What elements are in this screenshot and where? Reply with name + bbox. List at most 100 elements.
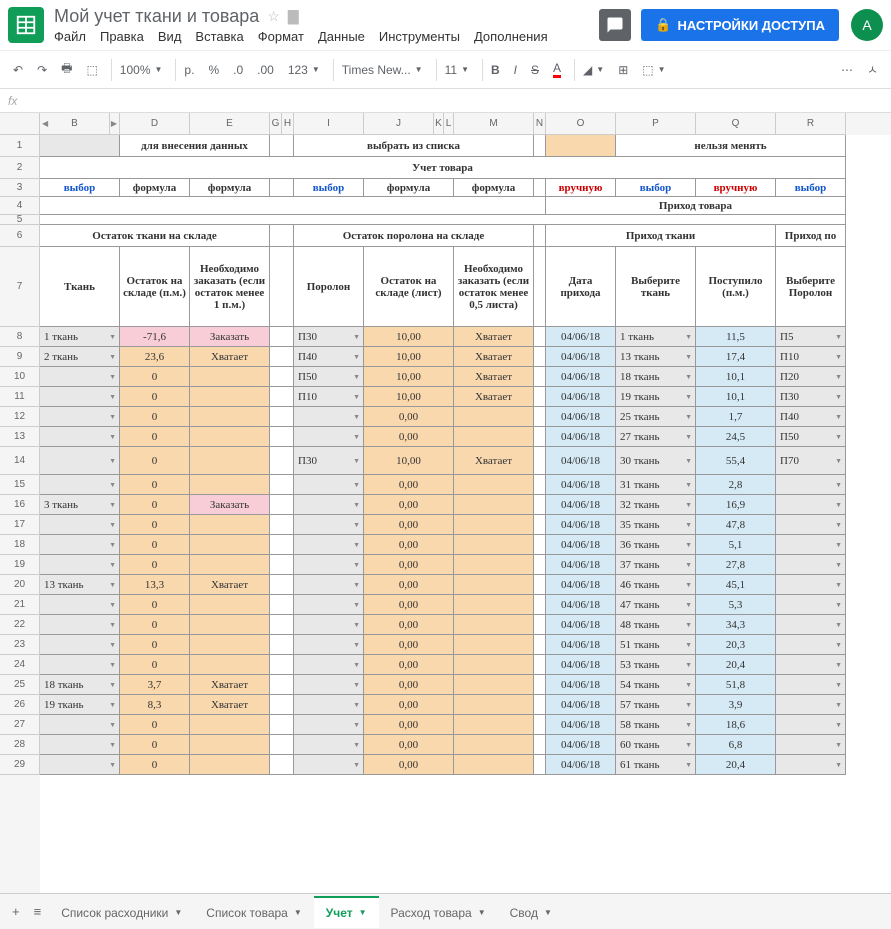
cell-p-3[interactable]: 19 ткань: [616, 387, 696, 407]
col-header-K[interactable]: K: [434, 113, 444, 135]
cell-d-16[interactable]: 0: [120, 655, 190, 675]
row-header-19[interactable]: 19: [0, 555, 40, 575]
cell-gap1-16[interactable]: [270, 655, 294, 675]
cell-gap1-1[interactable]: [270, 347, 294, 367]
row-header-21[interactable]: 21: [0, 595, 40, 615]
cell-j-12[interactable]: 0,00: [364, 575, 454, 595]
cell-e-8[interactable]: Заказать: [190, 495, 270, 515]
col-header-E[interactable]: E: [190, 113, 270, 135]
cell-i-9[interactable]: [294, 515, 364, 535]
cell-r-4[interactable]: П40: [776, 407, 846, 427]
cell-d-20[interactable]: 0: [120, 735, 190, 755]
cell-p-5[interactable]: 27 ткань: [616, 427, 696, 447]
cell-legend-grey[interactable]: [40, 135, 120, 157]
menu-1[interactable]: Правка: [100, 29, 144, 44]
row-header-3[interactable]: 3: [0, 179, 40, 197]
cell-o-7[interactable]: 04/06/18: [546, 475, 616, 495]
cell-i-11[interactable]: [294, 555, 364, 575]
share-button[interactable]: 🔒НАСТРОЙКИ ДОСТУПА: [641, 9, 839, 41]
cell-e-5[interactable]: [190, 427, 270, 447]
cell-j-13[interactable]: 0,00: [364, 595, 454, 615]
cell-r-3[interactable]: П30: [776, 387, 846, 407]
cell-o-18[interactable]: 04/06/18: [546, 695, 616, 715]
cell-gap2-0[interactable]: [534, 327, 546, 347]
cell-gap2[interactable]: [534, 135, 546, 157]
cell-gap1-12[interactable]: [270, 575, 294, 595]
row-header-12[interactable]: 12: [0, 407, 40, 427]
cell-m-0[interactable]: Хватает: [454, 327, 534, 347]
cell-p-19[interactable]: 58 ткань: [616, 715, 696, 735]
cell-gap2-1[interactable]: [534, 347, 546, 367]
cell-e-16[interactable]: [190, 655, 270, 675]
cell-o-16[interactable]: 04/06/18: [546, 655, 616, 675]
cell-m-18[interactable]: [454, 695, 534, 715]
cell-e-18[interactable]: Хватает: [190, 695, 270, 715]
cell-legend-orange[interactable]: [546, 135, 616, 157]
row-header-7[interactable]: 7: [0, 247, 40, 327]
col-header-H[interactable]: H: [282, 113, 294, 135]
cell-d-5[interactable]: 0: [120, 427, 190, 447]
cell-e-6[interactable]: [190, 447, 270, 475]
cell-gap1-13[interactable]: [270, 595, 294, 615]
cell-r-6[interactable]: П70: [776, 447, 846, 475]
col-header-[interactable]: ▶: [110, 113, 120, 135]
menu-2[interactable]: Вид: [158, 29, 182, 44]
cell-gap1-2[interactable]: [270, 367, 294, 387]
cell-r-5[interactable]: П50: [776, 427, 846, 447]
cell-j-19[interactable]: 0,00: [364, 715, 454, 735]
cell-m-8[interactable]: [454, 495, 534, 515]
cell-d-11[interactable]: 0: [120, 555, 190, 575]
cell-gap1-4[interactable]: [270, 407, 294, 427]
cell-j-0[interactable]: 10,00: [364, 327, 454, 347]
cell-j-1[interactable]: 10,00: [364, 347, 454, 367]
row-header-8[interactable]: 8: [0, 327, 40, 347]
cell-b-6[interactable]: [40, 447, 120, 475]
cell-gap1-14[interactable]: [270, 615, 294, 635]
cell-r6-gap1[interactable]: [270, 225, 294, 247]
cell-b-3[interactable]: [40, 387, 120, 407]
cell-b-16[interactable]: [40, 655, 120, 675]
merge-button[interactable]: ⬚▼: [637, 59, 670, 81]
cell-m-6[interactable]: Хватает: [454, 447, 534, 475]
cell-gap1-3[interactable]: [270, 387, 294, 407]
col-header-I[interactable]: I: [294, 113, 364, 135]
col-header-Q[interactable]: Q: [696, 113, 776, 135]
cell-b-13[interactable]: [40, 595, 120, 615]
cell-gap2-15[interactable]: [534, 635, 546, 655]
cell-gap2-19[interactable]: [534, 715, 546, 735]
cell-o-8[interactable]: 04/06/18: [546, 495, 616, 515]
cell-r-2[interactable]: П20: [776, 367, 846, 387]
row-header-28[interactable]: 28: [0, 735, 40, 755]
cell-q-7[interactable]: 2,8: [696, 475, 776, 495]
cell-gap1-20[interactable]: [270, 735, 294, 755]
more-toolbar-button[interactable]: ⋯: [836, 59, 858, 81]
cell-gap2-7[interactable]: [534, 475, 546, 495]
cell-j-2[interactable]: 10,00: [364, 367, 454, 387]
collapse-toolbar-button[interactable]: ㅅ: [862, 57, 883, 82]
dec-increase-button[interactable]: .00: [252, 59, 279, 81]
cell-j-8[interactable]: 0,00: [364, 495, 454, 515]
cell-r-11[interactable]: [776, 555, 846, 575]
borders-button[interactable]: ⊞: [613, 59, 633, 81]
cell-b-21[interactable]: [40, 755, 120, 775]
cell-p-15[interactable]: 51 ткань: [616, 635, 696, 655]
cell-e-13[interactable]: [190, 595, 270, 615]
sheet-tab-4[interactable]: Свод▼: [498, 896, 564, 928]
cell-gap1-21[interactable]: [270, 755, 294, 775]
row-header-23[interactable]: 23: [0, 635, 40, 655]
text-color-button[interactable]: A: [548, 57, 566, 82]
menu-5[interactable]: Данные: [318, 29, 365, 44]
cell-q-17[interactable]: 51,8: [696, 675, 776, 695]
menu-4[interactable]: Формат: [258, 29, 304, 44]
cell-gap2-10[interactable]: [534, 535, 546, 555]
cell-j-18[interactable]: 0,00: [364, 695, 454, 715]
cell-b-5[interactable]: [40, 427, 120, 447]
cell-p-18[interactable]: 57 ткань: [616, 695, 696, 715]
cell-b-12[interactable]: 13 ткань: [40, 575, 120, 595]
add-sheet-button[interactable]: +: [6, 898, 26, 925]
cell-p-7[interactable]: 31 ткань: [616, 475, 696, 495]
row-header-1[interactable]: 1: [0, 135, 40, 157]
row-header-24[interactable]: 24: [0, 655, 40, 675]
cell-b-17[interactable]: 18 ткань: [40, 675, 120, 695]
comments-button[interactable]: [599, 9, 631, 41]
